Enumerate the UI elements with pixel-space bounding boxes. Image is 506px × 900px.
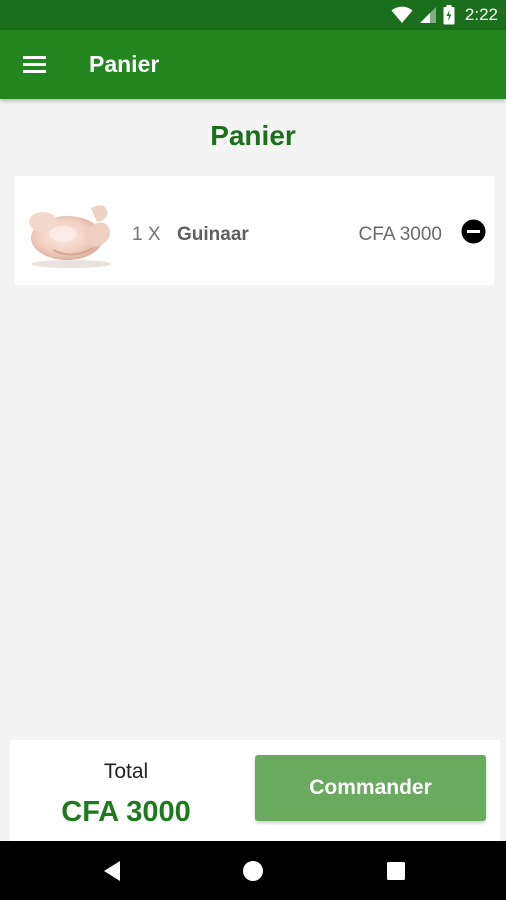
app-bar: Panier bbox=[0, 30, 506, 99]
app-bar-title: Panier bbox=[89, 51, 160, 77]
cellular-signal-icon bbox=[419, 7, 436, 23]
item-price: CFA 3000 bbox=[358, 224, 442, 245]
system-nav-bar bbox=[0, 841, 506, 900]
total-label: Total bbox=[103, 760, 149, 783]
recents-square-icon bbox=[387, 861, 405, 880]
status-time: 2:22 bbox=[464, 5, 498, 24]
chicken-image bbox=[29, 205, 111, 268]
wifi-icon bbox=[391, 6, 413, 23]
recents-button[interactable] bbox=[366, 841, 426, 900]
remove-item-button[interactable] bbox=[461, 219, 486, 244]
checkout-footer: Total CFA 3000 Commander bbox=[10, 740, 500, 841]
hamburger-menu-icon bbox=[23, 56, 46, 73]
cart-item: 1 X Guinaar CFA 3000 bbox=[15, 176, 494, 285]
status-icons: 2:22 bbox=[391, 5, 498, 25]
cart-screen: 2:22 Panier Panier 1 X Guinaar CFA 3000 … bbox=[0, 0, 506, 900]
menu-button[interactable] bbox=[22, 53, 48, 75]
minus-circle-icon bbox=[461, 219, 486, 244]
home-button[interactable] bbox=[223, 841, 283, 900]
status-bar: 2:22 bbox=[0, 0, 506, 30]
total-value: CFA 3000 bbox=[61, 796, 191, 828]
back-button[interactable] bbox=[82, 841, 142, 900]
item-name: Guinaar bbox=[177, 224, 249, 245]
order-button[interactable]: Commander bbox=[255, 755, 486, 821]
back-triangle-icon bbox=[104, 860, 120, 881]
item-quantity: 1 X bbox=[132, 224, 161, 245]
battery-icon bbox=[443, 5, 455, 25]
page-title: Panier bbox=[210, 120, 296, 151]
home-circle-icon bbox=[243, 860, 263, 881]
